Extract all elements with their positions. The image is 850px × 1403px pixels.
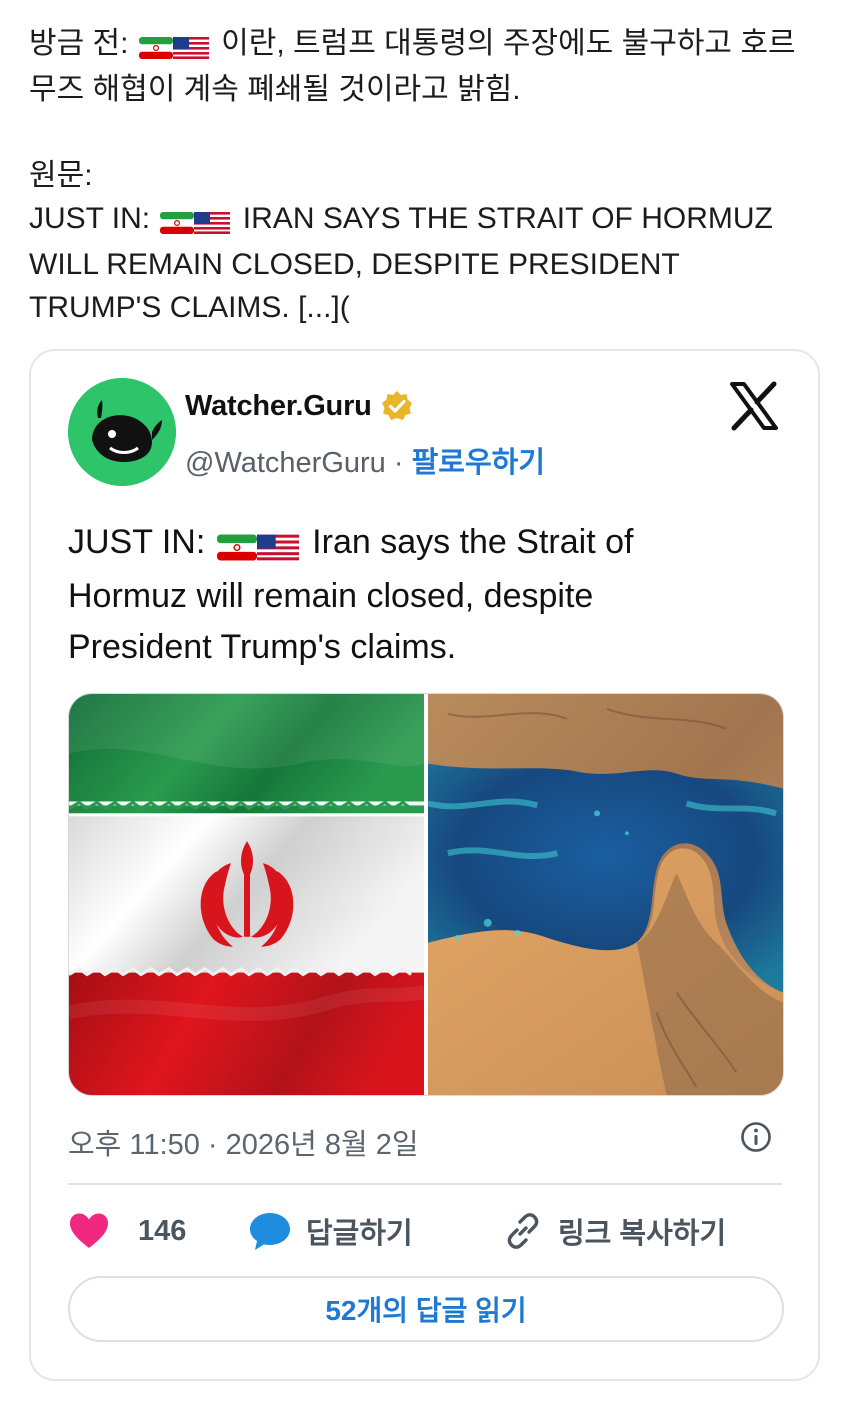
strait-of-hormuz-satellite-photo[interactable] [428,694,783,1095]
original-line-1: JUST IN: IRAN SAYS THE STRAIT OF HORMUZ [29,197,829,243]
info-icon[interactable] [740,1121,772,1153]
original-line-3[interactable]: TRUMP'S CLAIMS. [...]( [29,286,829,329]
handle-row: @WatcherGuru · 팔로우하기 [185,447,545,479]
account-handle[interactable]: @WatcherGuru [185,447,386,479]
post-body: 방금 전: 이란, 트럼프 대통령의 주장에도 불구하고 호르 무즈 해협이 계… [29,22,829,329]
post-line-2: 무즈 해협이 계속 폐쇄될 것이라고 밝힘. [29,73,521,106]
verified-badge-icon [381,391,412,420]
reply-label: 답글하기 [306,1218,413,1250]
us-flag-icon [172,37,209,60]
embedded-tweet-card[interactable]: Watcher.Guru @WatcherGuru · 팔로우하기 JUST I… [29,349,820,1381]
tweet-actions: 146 답글하기 링크 복사하기 [68,1206,784,1256]
iran-flag-photo[interactable] [69,694,424,1095]
tweet-line-2: Hormuz will remain closed, despite [68,577,594,615]
avatar[interactable] [68,378,176,486]
us-flag-icon [256,534,299,560]
reply-button[interactable]: 답글하기 [248,1206,413,1256]
us-flag-icon [194,212,231,235]
like-count: 146 [138,1214,187,1247]
original-line-2: WILL REMAIN CLOSED, DESPITE PRESIDENT [29,248,680,281]
speech-bubble-icon [250,1213,290,1250]
link-icon [507,1213,539,1249]
iran-flag-icon [138,37,173,60]
flag-pair [160,200,231,243]
iran-flag-icon [216,534,257,560]
follow-button[interactable]: 팔로우하기 [412,447,545,479]
account-name-row: Watcher.Guru [185,389,414,423]
tweet-text: JUST IN: Iran says the Strait of Hormuz … [68,517,788,673]
tweet-line-1: JUST IN: Iran says the Strait of [68,517,788,571]
post-line-1: 방금 전: 이란, 트럼프 대통령의 주장에도 불구하고 호르 [29,22,829,68]
flag-pair [138,25,209,68]
like-button[interactable]: 146 [68,1206,186,1256]
account-name[interactable]: Watcher.Guru [185,390,372,423]
tweet-timestamp[interactable]: 오후 11:50 · 2026년 8월 2일 [68,1121,419,1163]
copy-link-label: 링크 복사하기 [558,1218,727,1250]
heart-icon [70,1213,108,1248]
divider [68,1183,782,1185]
tweet-line-3: President Trump's claims. [68,628,457,666]
x-logo-icon[interactable] [728,381,780,431]
read-replies-button[interactable]: 52개의 답글 읽기 [68,1276,784,1342]
whale-logo-icon [68,378,176,486]
tweet-media[interactable] [68,693,784,1096]
copy-link-button[interactable]: 링크 복사하기 [502,1206,726,1256]
original-label: 원문: [29,159,93,192]
iran-flag-icon [160,212,195,235]
flag-pair [216,520,299,571]
